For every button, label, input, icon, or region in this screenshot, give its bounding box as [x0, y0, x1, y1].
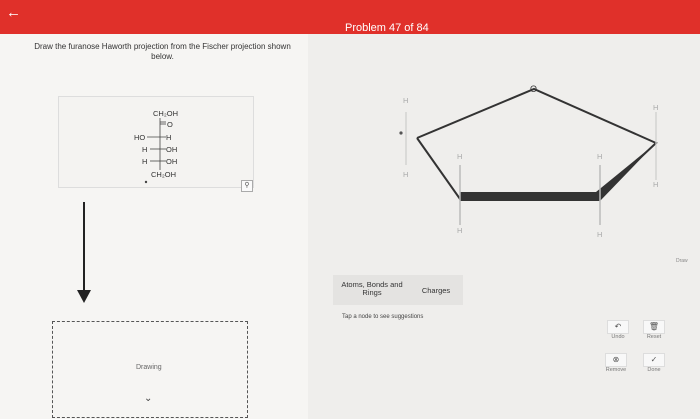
- remove-button[interactable]: ⊗ Remove: [605, 353, 627, 373]
- reset-button[interactable]: 🗑 Reset: [643, 320, 665, 340]
- remove-icon: ⊗: [605, 353, 627, 367]
- trash-icon: 🗑: [643, 320, 665, 334]
- haworth-h-7: H: [653, 103, 659, 112]
- reset-label: Reset: [646, 334, 662, 340]
- haworth-h-3: H: [457, 152, 463, 161]
- haworth-h-1: H: [403, 96, 409, 105]
- done-label: Done: [647, 367, 661, 373]
- haworth-h-4: H: [457, 226, 463, 235]
- done-button[interactable]: ✓ Done: [643, 353, 665, 373]
- undo-icon: ↶: [607, 320, 629, 334]
- ring-oxygen: O: [530, 84, 538, 94]
- haworth-h-2: H: [403, 170, 409, 179]
- haworth-h-6: H: [597, 230, 603, 239]
- haworth-ring-template[interactable]: [0, 0, 700, 419]
- tab-atoms-bonds-rings[interactable]: Atoms, Bonds and Rings: [338, 281, 406, 297]
- tab-charges[interactable]: Charges: [416, 287, 456, 295]
- haworth-h-8: H: [653, 180, 659, 189]
- haworth-h-5: H: [597, 152, 603, 161]
- remove-label: Remove: [605, 367, 627, 373]
- undo-label: Undo: [611, 334, 625, 340]
- undo-button[interactable]: ↶ Undo: [607, 320, 629, 340]
- suggestion-hint: Tap a node to see suggestions: [342, 314, 424, 320]
- side-draw-tag[interactable]: Draw: [676, 258, 688, 264]
- check-icon: ✓: [643, 353, 665, 367]
